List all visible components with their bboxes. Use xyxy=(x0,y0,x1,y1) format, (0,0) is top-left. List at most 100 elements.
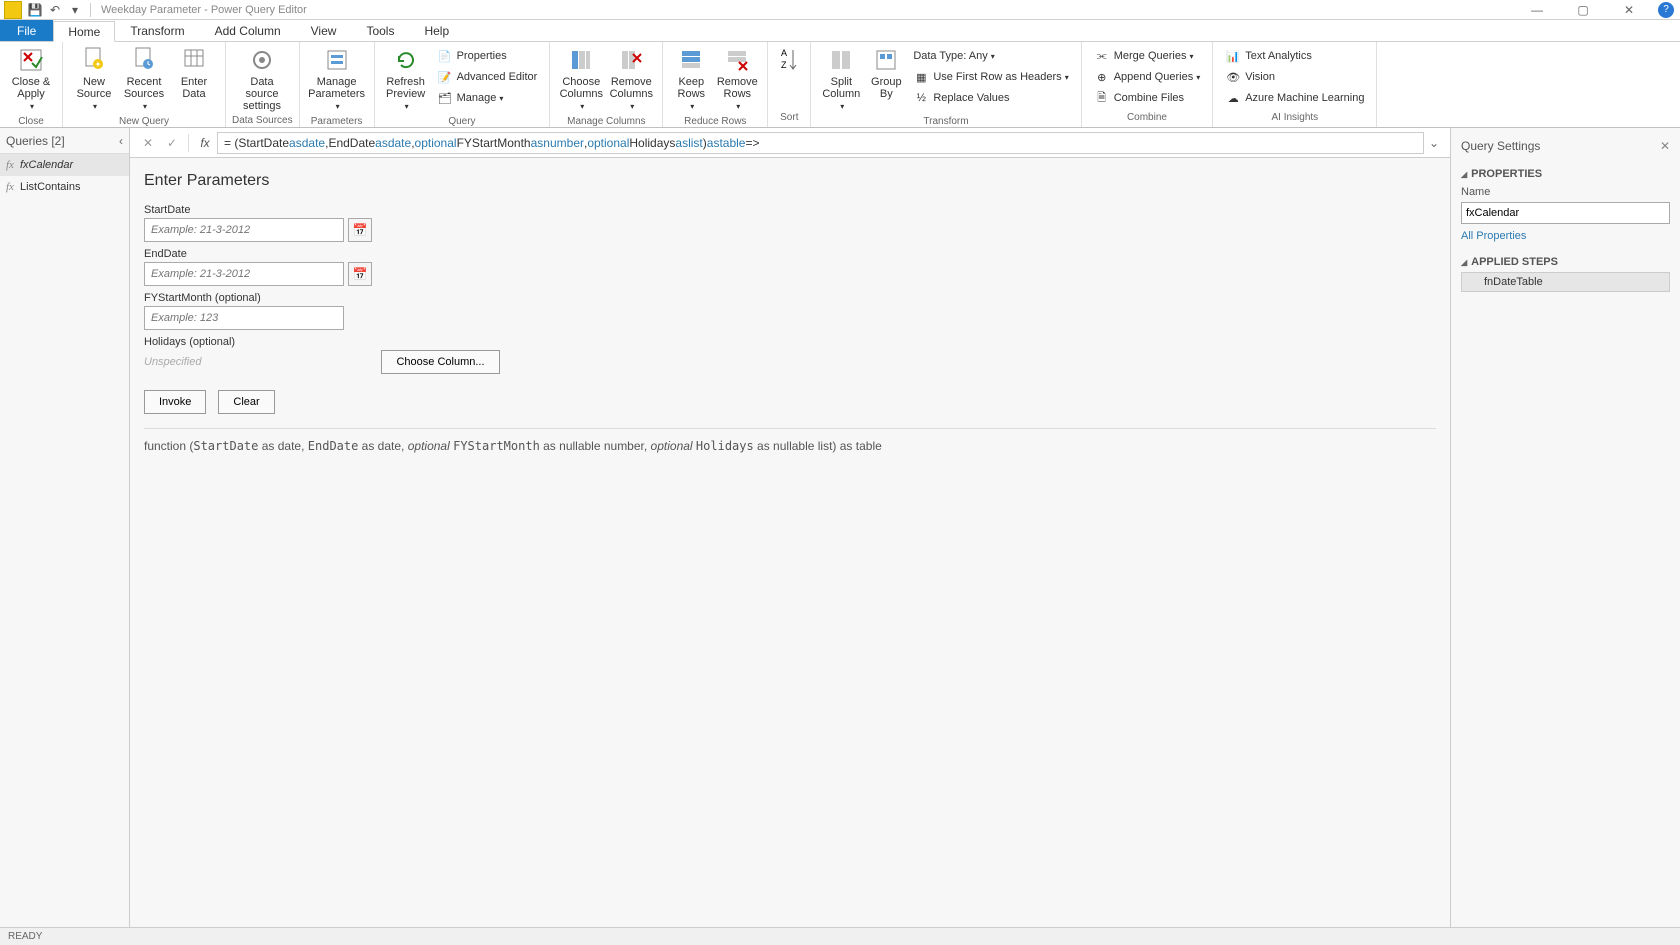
fystartmonth-label: FYStartMonth (optional) xyxy=(144,292,1436,304)
recent-sources-button[interactable]: Recent Sources xyxy=(119,44,169,115)
status-bar: READY xyxy=(0,927,1680,945)
tab-add-column[interactable]: Add Column xyxy=(200,20,296,41)
keep-rows-button[interactable]: Keep Rows xyxy=(669,44,713,115)
properties-icon: 📄 xyxy=(437,48,453,64)
help-icon[interactable]: ? xyxy=(1658,2,1674,18)
remove-rows-button[interactable]: Remove Rows xyxy=(713,44,761,115)
manage-icon: 🗂 xyxy=(437,90,453,106)
choose-column-button[interactable]: Choose Column... xyxy=(381,350,499,374)
queries-title: Queries [2] xyxy=(6,134,65,148)
remove-columns-button[interactable]: Remove Columns xyxy=(606,44,656,115)
combine-files-button[interactable]: 🗎Combine Files xyxy=(1090,88,1205,108)
query-item-listcontains[interactable]: fxListContains xyxy=(0,176,129,198)
minimize-button[interactable]: — xyxy=(1514,0,1560,20)
tab-transform[interactable]: Transform xyxy=(115,20,199,41)
enter-parameters-title: Enter Parameters xyxy=(144,172,1436,190)
svg-text:Z: Z xyxy=(781,60,787,70)
vision-icon: 👁 xyxy=(1225,69,1241,85)
startdate-picker-button[interactable]: 📅 xyxy=(348,218,372,242)
startdate-label: StartDate xyxy=(144,204,1436,216)
new-source-button[interactable]: ✦New Source xyxy=(69,44,119,115)
close-button[interactable]: ✕ xyxy=(1606,0,1652,20)
group-by-button[interactable]: Group By xyxy=(865,44,907,102)
choose-columns-button[interactable]: Choose Columns xyxy=(556,44,606,115)
invoke-button[interactable]: Invoke xyxy=(144,390,206,414)
tab-view[interactable]: View xyxy=(296,20,352,41)
combine-icon: 🗎 xyxy=(1094,90,1110,106)
properties-section[interactable]: PROPERTIES xyxy=(1461,168,1670,180)
group-ds-label: Data Sources xyxy=(232,114,293,128)
query-item-fxcalendar[interactable]: fxfxCalendar xyxy=(0,154,129,176)
text-analytics-icon: 📊 xyxy=(1225,48,1241,64)
redo-icon[interactable]: ▾ xyxy=(66,1,84,19)
group-sort-label: Sort xyxy=(774,111,804,127)
formula-expand-button[interactable]: ⌄ xyxy=(1424,136,1444,150)
manage-parameters-button[interactable]: Manage Parameters xyxy=(306,44,368,115)
clear-button[interactable]: Clear xyxy=(218,390,274,414)
vision-button[interactable]: 👁Vision xyxy=(1221,67,1368,87)
commit-formula-button[interactable]: ✓ xyxy=(160,132,184,154)
collapse-queries-button[interactable]: ‹ xyxy=(119,134,123,148)
enter-data-button[interactable]: Enter Data xyxy=(169,44,219,102)
editor-icon: 📝 xyxy=(437,69,453,85)
sort-button[interactable]: AZ xyxy=(774,44,804,78)
close-apply-button[interactable]: Close & Apply xyxy=(6,44,56,115)
azure-ml-button[interactable]: ☁Azure Machine Learning xyxy=(1221,88,1368,108)
function-icon: fx xyxy=(6,181,14,193)
group-combine-label: Combine xyxy=(1088,111,1207,127)
all-properties-link[interactable]: All Properties xyxy=(1461,230,1670,242)
manage-button[interactable]: 🗂Manage xyxy=(433,88,542,108)
applied-steps-section[interactable]: APPLIED STEPS xyxy=(1461,256,1670,268)
refresh-preview-button[interactable]: Refresh Preview xyxy=(381,44,431,115)
append-queries-button[interactable]: ⊕Append Queries xyxy=(1090,67,1205,87)
enddate-picker-button[interactable]: 📅 xyxy=(348,262,372,286)
merge-icon: ⫘ xyxy=(1094,48,1110,64)
tab-help[interactable]: Help xyxy=(409,20,464,41)
merge-queries-button[interactable]: ⫘Merge Queries xyxy=(1090,46,1205,66)
function-signature: function (StartDate as date, EndDate as … xyxy=(144,428,1436,453)
group-mcols-label: Manage Columns xyxy=(556,115,656,129)
maximize-button[interactable]: ▢ xyxy=(1560,0,1606,20)
ribbon: Close & Apply Close ✦New Source Recent S… xyxy=(0,42,1680,128)
enddate-input[interactable] xyxy=(144,262,344,286)
close-settings-button[interactable]: ✕ xyxy=(1660,139,1670,153)
svg-text:A: A xyxy=(781,48,787,58)
query-settings-title: Query Settings xyxy=(1461,139,1540,153)
undo-icon[interactable]: ↶ xyxy=(46,1,64,19)
properties-button[interactable]: 📄Properties xyxy=(433,46,542,66)
startdate-input[interactable] xyxy=(144,218,344,242)
choose-columns-icon xyxy=(567,46,595,74)
applied-step-fndatetable[interactable]: fnDateTable xyxy=(1461,272,1670,292)
tab-tools[interactable]: Tools xyxy=(351,20,409,41)
group-newquery-label: New Query xyxy=(69,115,219,129)
name-label: Name xyxy=(1461,186,1670,198)
calendar-icon: 📅 xyxy=(353,267,368,281)
keep-rows-icon xyxy=(677,46,705,74)
group-params-label: Parameters xyxy=(306,115,368,129)
tab-file[interactable]: File xyxy=(0,20,53,41)
azure-icon: ☁ xyxy=(1225,90,1241,106)
cancel-formula-button[interactable]: ✕ xyxy=(136,132,160,154)
formula-input[interactable]: = (StartDate as date, EndDate as date, o… xyxy=(217,132,1424,154)
query-name-input[interactable] xyxy=(1461,202,1670,224)
text-analytics-button[interactable]: 📊Text Analytics xyxy=(1221,46,1368,66)
fx-icon: fx xyxy=(193,132,217,154)
group-close-label: Close xyxy=(6,115,56,129)
data-type-button[interactable]: Data Type: Any xyxy=(909,46,1072,66)
replace-values-button[interactable]: ½Replace Values xyxy=(909,88,1072,108)
tab-home[interactable]: Home xyxy=(53,21,115,42)
replace-icon: ½ xyxy=(913,90,929,106)
formula-bar: ✕ ✓ fx = (StartDate as date, EndDate as … xyxy=(130,128,1450,158)
save-icon[interactable]: 💾 xyxy=(26,1,44,19)
status-text: READY xyxy=(8,931,42,942)
data-source-settings-button[interactable]: Data source settings xyxy=(232,44,292,114)
split-column-button[interactable]: Split Column xyxy=(817,44,865,115)
recent-sources-icon xyxy=(130,46,158,74)
fystartmonth-input[interactable] xyxy=(144,306,344,330)
remove-rows-icon xyxy=(723,46,751,74)
group-query-label: Query xyxy=(381,115,544,129)
advanced-editor-button[interactable]: 📝Advanced Editor xyxy=(433,67,542,87)
title-bar: 💾 ↶ ▾ Weekday Parameter - Power Query Ed… xyxy=(0,0,1680,20)
first-row-headers-button[interactable]: ▦Use First Row as Headers xyxy=(909,67,1072,87)
close-apply-icon xyxy=(17,46,45,74)
